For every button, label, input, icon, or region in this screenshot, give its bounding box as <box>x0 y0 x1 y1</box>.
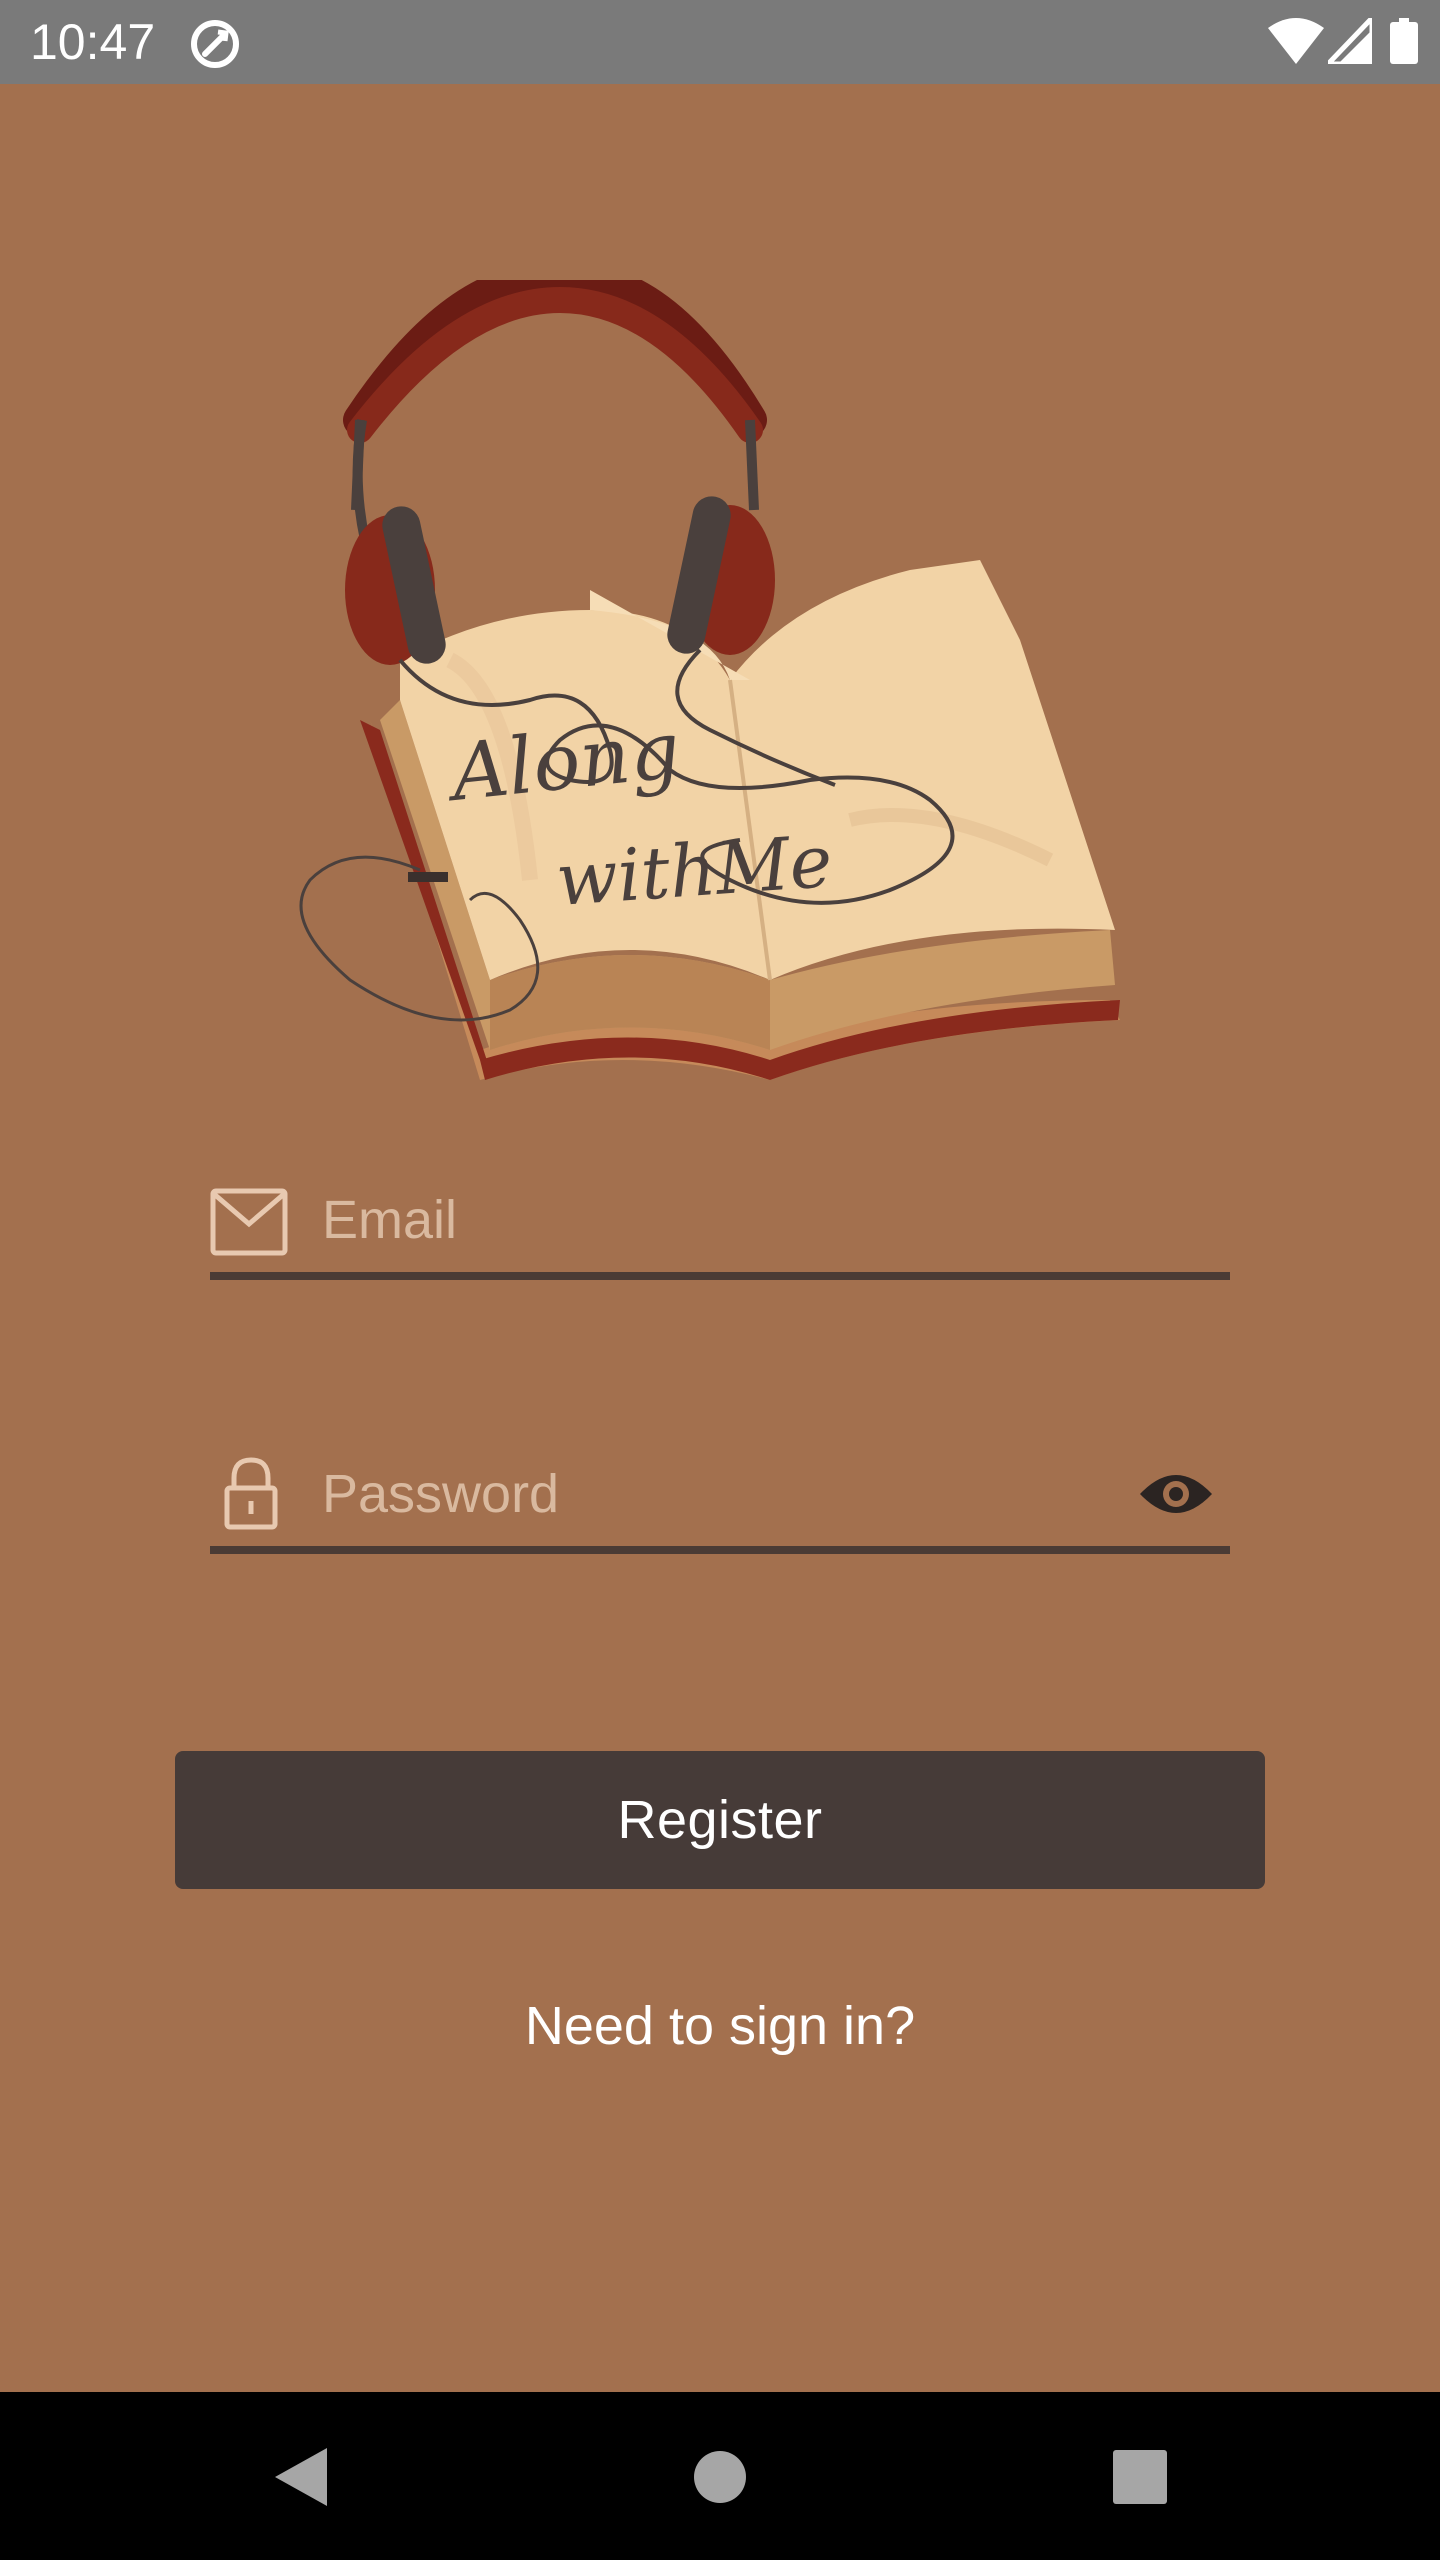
wifi-icon <box>1268 18 1324 64</box>
register-button[interactable]: Register <box>175 1751 1265 1889</box>
sync-icon <box>191 20 239 68</box>
app-logo: Along withMe <box>299 280 1120 1080</box>
status-time: 10:47 <box>30 14 156 70</box>
password-input[interactable] <box>322 1444 1022 1544</box>
eye-icon[interactable] <box>1138 1466 1214 1522</box>
home-icon[interactable] <box>685 2442 755 2512</box>
status-bar: 10:47 <box>0 0 1440 84</box>
password-underline <box>210 1546 1230 1554</box>
lock-icon <box>224 1457 278 1530</box>
password-field-container <box>210 1444 1230 1554</box>
mail-icon <box>210 1188 288 1256</box>
battery-icon <box>1390 18 1418 64</box>
signal-icon <box>1328 18 1372 64</box>
recents-icon[interactable] <box>1105 2442 1175 2512</box>
signin-link[interactable]: Need to sign in? <box>0 1995 1440 2057</box>
email-underline <box>210 1272 1230 1280</box>
navigation-bar <box>0 2392 1440 2560</box>
email-field-container <box>210 1170 1230 1280</box>
back-icon[interactable] <box>265 2442 335 2512</box>
email-input[interactable] <box>322 1170 1022 1270</box>
